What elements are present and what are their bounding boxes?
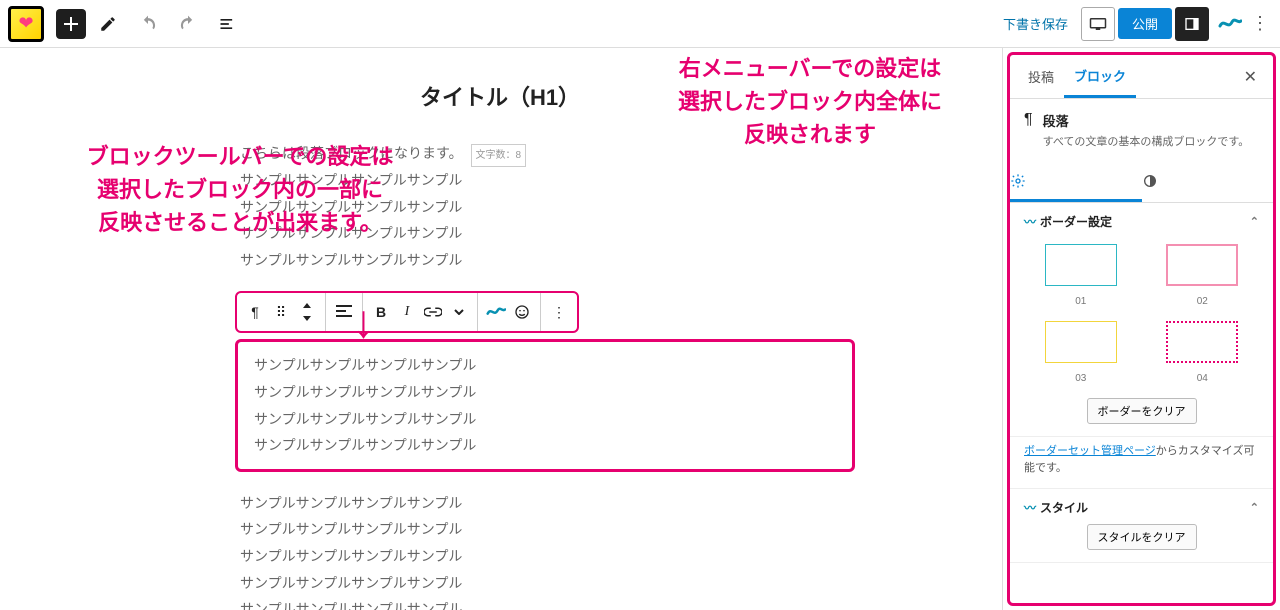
list-icon bbox=[218, 14, 238, 34]
publish-button[interactable]: 公開 bbox=[1118, 8, 1172, 39]
gear-icon bbox=[1010, 173, 1026, 189]
sidebar-icon bbox=[1184, 16, 1200, 32]
border-option-04[interactable]: 04 bbox=[1156, 321, 1250, 384]
border-option-03[interactable]: 03 bbox=[1034, 321, 1128, 384]
settings-sidebar-toggle[interactable] bbox=[1175, 7, 1209, 41]
redo-icon bbox=[178, 14, 198, 34]
display-icon bbox=[1089, 17, 1107, 31]
section-style-toggle[interactable]: 〰スタイル ⌃ bbox=[1024, 499, 1259, 516]
block-name-label: 段落 bbox=[1043, 114, 1069, 129]
edit-mode-button[interactable] bbox=[90, 6, 126, 42]
wave-icon: 〰 bbox=[1024, 501, 1036, 515]
settings-sidebar: 投稿 ブロック ✕ ¶ 段落 すべての文章の基本の構成ブロックです。 〰ボーダー… bbox=[1002, 48, 1280, 610]
close-sidebar-button[interactable]: ✕ bbox=[1236, 63, 1265, 91]
theme-style-button[interactable] bbox=[486, 302, 506, 322]
plus-icon bbox=[63, 16, 79, 32]
undo-icon bbox=[138, 14, 158, 34]
border-manage-link[interactable]: ボーダーセット管理ページ bbox=[1024, 445, 1156, 457]
theme-plugin-icon[interactable] bbox=[1215, 9, 1245, 39]
emoji-button[interactable] bbox=[512, 302, 532, 322]
border-option-02[interactable]: 02 bbox=[1156, 244, 1250, 307]
move-icon[interactable] bbox=[297, 302, 317, 322]
block-desc-label: すべての文章の基本の構成ブロックです。 bbox=[1043, 134, 1250, 151]
link-button[interactable] bbox=[423, 302, 443, 322]
close-icon: ✕ bbox=[1244, 69, 1257, 86]
kebab-icon: ⋮ bbox=[1251, 13, 1269, 33]
chevron-up-icon: ⌃ bbox=[1250, 215, 1259, 228]
wave-icon bbox=[486, 305, 506, 319]
more-options-button[interactable]: ⋮ bbox=[1248, 13, 1272, 34]
sidebar-subtabs bbox=[1010, 163, 1273, 203]
paragraph-block[interactable]: サンプルサンプルサンプルサンプル サンプルサンプルサンプルサンプル サンプルサン… bbox=[40, 490, 960, 610]
align-button[interactable] bbox=[334, 302, 354, 322]
block-toolbar: ¶ ⠿ B I bbox=[235, 291, 579, 333]
italic-button[interactable]: I bbox=[397, 302, 417, 322]
paragraph-block[interactable]: こちらは段落ブロックになります。 文字数：8 サンプルサンプルサンプルサンプル … bbox=[40, 140, 960, 273]
char-count-badge: 文字数：8 bbox=[471, 144, 527, 167]
tab-post[interactable]: 投稿 bbox=[1018, 57, 1064, 96]
pencil-icon bbox=[99, 15, 117, 33]
border-manage-note: ボーダーセット管理ページからカスタマイズ可能です。 bbox=[1010, 437, 1273, 489]
redo-button[interactable] bbox=[170, 6, 206, 42]
block-summary: ¶ 段落 すべての文章の基本の構成ブロックです。 bbox=[1010, 99, 1273, 155]
add-block-button[interactable] bbox=[56, 9, 86, 39]
block-more-options[interactable]: ⋮ bbox=[549, 302, 569, 322]
chevron-up-icon: ⌃ bbox=[1250, 501, 1259, 514]
drag-handle-icon[interactable]: ⠿ bbox=[271, 302, 291, 322]
subtab-settings[interactable] bbox=[1010, 163, 1142, 202]
bold-button[interactable]: B bbox=[371, 302, 391, 322]
dropdown-more-format[interactable] bbox=[449, 302, 469, 322]
clear-border-button[interactable]: ボーダーをクリア bbox=[1087, 398, 1197, 424]
chevron-down-icon bbox=[454, 309, 464, 315]
section-border-toggle[interactable]: 〰ボーダー設定 ⌃ bbox=[1024, 213, 1259, 230]
undo-button[interactable] bbox=[130, 6, 166, 42]
clear-style-button[interactable]: スタイルをクリア bbox=[1087, 524, 1197, 550]
paragraph-icon[interactable]: ¶ bbox=[245, 302, 265, 322]
paragraph-icon: ¶ bbox=[1024, 111, 1033, 151]
post-title[interactable]: タイトル（H1） bbox=[40, 80, 960, 112]
smile-icon bbox=[514, 304, 530, 320]
heart-icon: ❤ bbox=[18, 13, 33, 34]
contrast-icon bbox=[1142, 173, 1158, 189]
selected-paragraph-block[interactable]: サンプルサンプルサンプルサンプル サンプルサンプルサンプルサンプル サンプルサン… bbox=[235, 339, 855, 471]
wave-icon bbox=[1218, 16, 1242, 32]
editor-canvas: タイトル（H1） こちらは段落ブロックになります。 文字数：8 サンプルサンプル… bbox=[0, 48, 1000, 610]
tab-block[interactable]: ブロック bbox=[1064, 56, 1136, 98]
editor-topbar: ❤ 下書き保存 公開 ⋮ bbox=[0, 0, 1280, 48]
site-logo[interactable]: ❤ bbox=[8, 6, 44, 42]
section-border: 〰ボーダー設定 ⌃ 01 02 03 04 ボーダーをクリア bbox=[1010, 203, 1273, 437]
sidebar-tabs: 投稿 ブロック ✕ bbox=[1010, 55, 1273, 99]
border-option-01[interactable]: 01 bbox=[1034, 244, 1128, 307]
subtab-styles[interactable] bbox=[1142, 163, 1274, 202]
section-style: 〰スタイル ⌃ スタイルをクリア bbox=[1010, 489, 1273, 563]
document-outline-button[interactable] bbox=[210, 6, 246, 42]
save-draft-button[interactable]: 下書き保存 bbox=[993, 8, 1078, 39]
wave-icon: 〰 bbox=[1024, 215, 1036, 229]
preview-button[interactable] bbox=[1081, 7, 1115, 41]
